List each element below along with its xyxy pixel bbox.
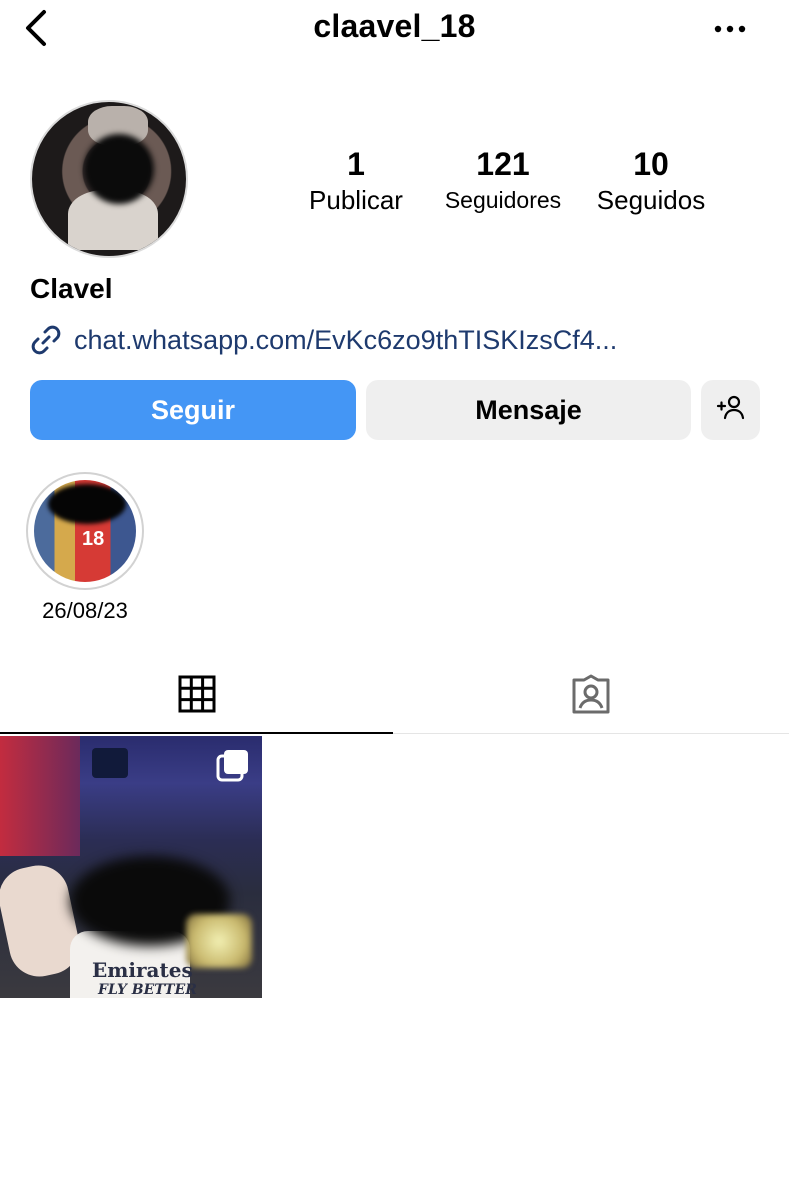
profile-link[interactable]: chat.whatsapp.com/EvKc6zo9thTISKIzsCf4..… — [28, 322, 617, 358]
stat-following[interactable]: 10 Seguidos — [584, 146, 718, 218]
story-highlight-blur — [48, 484, 126, 524]
add-person-icon — [716, 394, 746, 427]
jersey-number: 18 — [82, 528, 105, 550]
post-photo-detail — [92, 748, 128, 778]
avatar-face-blur — [84, 134, 154, 204]
stat-followers[interactable]: 121 Seguidores — [432, 146, 574, 218]
stat-following-label: Seguidos — [596, 185, 706, 215]
stat-following-count: 10 — [633, 146, 669, 182]
profile-display-name: Clavel — [30, 273, 113, 304]
post-shirt-subtext: FLY BETTER — [98, 982, 197, 998]
carousel-multiple-icon — [216, 748, 250, 782]
tab-tagged[interactable] — [393, 660, 789, 734]
tagged-icon — [570, 674, 612, 719]
stat-posts-label: Publicar — [309, 185, 403, 215]
follow-button[interactable]: Seguir — [30, 380, 356, 440]
stat-posts-count: 1 — [347, 146, 365, 182]
add-person-button[interactable] — [701, 380, 760, 440]
story-highlight-cover: 18 — [34, 480, 136, 582]
stat-posts[interactable]: 1 Publicar — [296, 146, 416, 218]
profile-username: claavel_18 — [313, 8, 476, 44]
profile-link-text[interactable]: chat.whatsapp.com/EvKc6zo9thTISKIzsCf4..… — [74, 325, 617, 356]
post-shirt-text: Emirates — [92, 958, 193, 982]
stat-followers-count: 121 — [476, 146, 530, 182]
stat-followers-label: Seguidores — [444, 187, 562, 213]
story-highlight[interactable]: 18 — [26, 472, 144, 590]
story-highlight-label: 26/08/23 — [42, 598, 128, 623]
tab-posts-grid[interactable] — [0, 660, 393, 734]
post-photo-detail — [186, 914, 252, 968]
more-horizontal-icon[interactable] — [706, 14, 754, 44]
grid-icon — [178, 675, 216, 718]
message-button[interactable]: Mensaje — [366, 380, 691, 440]
link-icon — [28, 322, 64, 358]
profile-avatar[interactable] — [30, 100, 188, 258]
post-photo-detail — [0, 736, 80, 856]
